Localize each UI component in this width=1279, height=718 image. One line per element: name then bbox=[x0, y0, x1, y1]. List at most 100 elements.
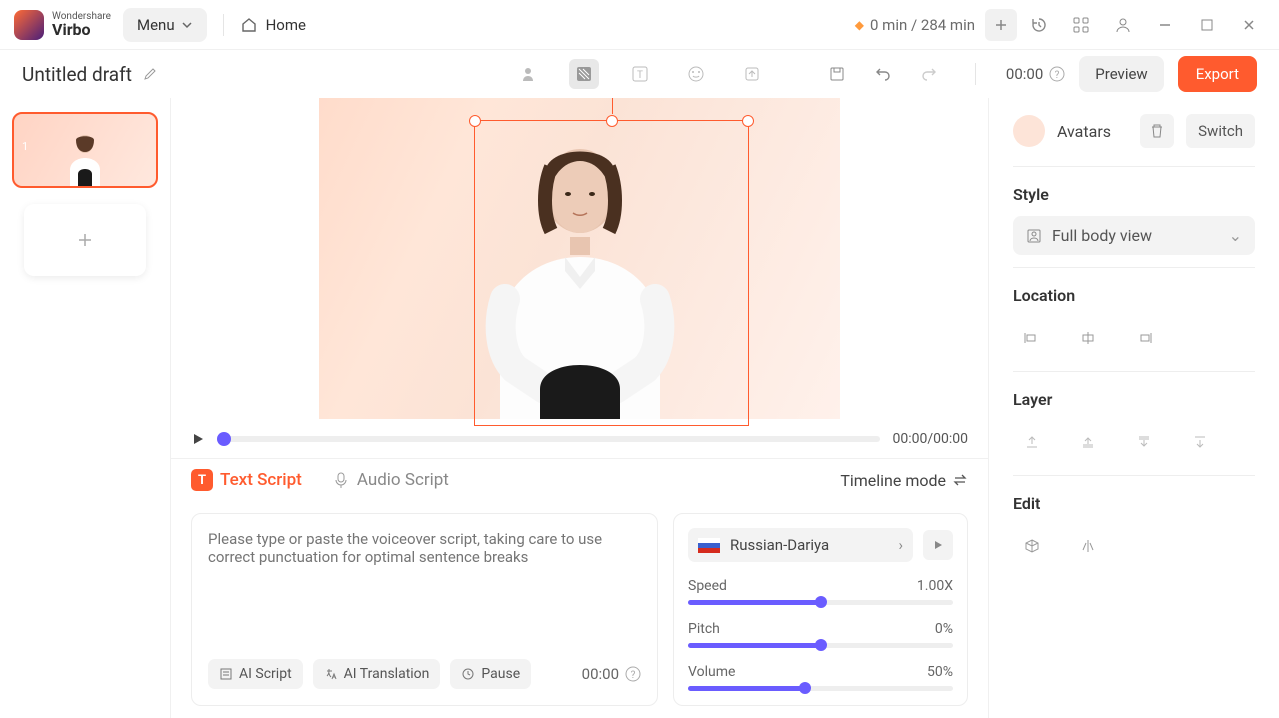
credits-display: ◆ 0 min / 284 min bbox=[855, 16, 975, 34]
maximize-button[interactable] bbox=[1191, 9, 1223, 41]
upload-tool[interactable] bbox=[737, 59, 767, 89]
translate-icon bbox=[324, 667, 338, 681]
cube-icon bbox=[1024, 538, 1040, 554]
home-button[interactable]: Home bbox=[240, 16, 306, 34]
slide-number: 1 bbox=[22, 140, 28, 153]
brand-name: Virbo bbox=[52, 22, 111, 38]
help-icon[interactable]: ? bbox=[1049, 66, 1065, 82]
center-panel: 00:00/00:00 T Text Script Audio Script T… bbox=[170, 98, 989, 718]
style-selector[interactable]: Full body view ⌄ bbox=[1013, 216, 1255, 255]
script-input[interactable] bbox=[208, 530, 641, 659]
canvas[interactable] bbox=[319, 98, 840, 419]
pause-button[interactable]: Pause bbox=[450, 659, 531, 689]
add-slide-button[interactable] bbox=[24, 204, 146, 276]
history-icon bbox=[1030, 16, 1048, 34]
sticker-tool[interactable] bbox=[681, 59, 711, 89]
location-heading: Location bbox=[1013, 286, 1255, 305]
background-tool[interactable] bbox=[569, 59, 599, 89]
avatar-tool[interactable] bbox=[513, 59, 543, 89]
timeline-knob[interactable] bbox=[217, 432, 231, 446]
chevron-down-icon: ⌄ bbox=[1229, 226, 1242, 245]
chevron-down-icon bbox=[181, 19, 193, 31]
avatars-label: Avatars bbox=[1057, 122, 1111, 141]
voice-selector[interactable]: Russian-Dariya › bbox=[688, 528, 913, 562]
script-duration: 00:00 ? bbox=[582, 665, 641, 683]
tab-text-script[interactable]: T Text Script bbox=[191, 469, 302, 491]
pitch-track[interactable] bbox=[688, 643, 953, 648]
duration-display: 00:00 ? bbox=[1006, 65, 1065, 83]
divider bbox=[1013, 371, 1255, 372]
svg-text:?: ? bbox=[631, 670, 636, 681]
divider bbox=[1013, 475, 1255, 476]
timeline-mode-button[interactable]: Timeline mode bbox=[840, 471, 968, 490]
add-credits-button[interactable] bbox=[985, 9, 1017, 41]
diamond-icon: ◆ bbox=[855, 18, 864, 32]
voice-preview-button[interactable] bbox=[923, 530, 953, 560]
text-tool[interactable]: T bbox=[625, 59, 655, 89]
bring-forward-button[interactable] bbox=[1073, 427, 1103, 457]
align-right-button[interactable] bbox=[1129, 323, 1159, 353]
speed-track[interactable] bbox=[688, 600, 953, 605]
minimize-button[interactable] bbox=[1149, 9, 1181, 41]
svg-text:?: ? bbox=[1055, 70, 1060, 81]
apps-button[interactable] bbox=[1065, 9, 1097, 41]
volume-track[interactable] bbox=[688, 686, 953, 691]
trash-icon bbox=[1149, 123, 1165, 139]
edit-icon bbox=[142, 66, 158, 82]
tab-audio-script[interactable]: Audio Script bbox=[332, 470, 449, 490]
edit-heading: Edit bbox=[1013, 494, 1255, 513]
avatar-thumbnail bbox=[62, 132, 108, 186]
slider-knob[interactable] bbox=[799, 682, 811, 694]
switch-avatar-button[interactable]: Switch bbox=[1186, 114, 1255, 148]
align-left-button[interactable] bbox=[1017, 323, 1047, 353]
slider-knob[interactable] bbox=[815, 596, 827, 608]
bring-front-button[interactable] bbox=[1017, 427, 1047, 457]
ai-script-button[interactable]: AI Script bbox=[208, 659, 303, 689]
swap-icon bbox=[952, 472, 968, 488]
script-area: AI Script AI Translation Pause 00:00 ? R… bbox=[171, 501, 988, 718]
send-backward-button[interactable] bbox=[1129, 427, 1159, 457]
style-heading: Style bbox=[1013, 185, 1255, 204]
account-button[interactable] bbox=[1107, 9, 1139, 41]
avatar-figure[interactable] bbox=[445, 119, 715, 419]
slider-knob[interactable] bbox=[815, 639, 827, 651]
project-title: Untitled draft bbox=[22, 63, 132, 86]
mirror-icon bbox=[1080, 538, 1096, 554]
slides-panel: 1 bbox=[0, 98, 170, 718]
maximize-icon bbox=[1201, 19, 1213, 31]
mirror-button[interactable] bbox=[1073, 531, 1103, 561]
text-icon: T bbox=[191, 469, 213, 491]
redo-button[interactable] bbox=[913, 58, 945, 90]
history-button[interactable] bbox=[1023, 9, 1055, 41]
resize-handle[interactable] bbox=[742, 115, 754, 127]
grid-icon bbox=[1073, 17, 1089, 33]
svg-text:T: T bbox=[637, 70, 643, 81]
help-icon[interactable]: ? bbox=[625, 666, 641, 682]
save-button[interactable] bbox=[821, 58, 853, 90]
user-icon bbox=[1115, 17, 1131, 33]
top-bar: Wondershare Virbo Menu Home ◆ 0 min / 28… bbox=[0, 0, 1279, 50]
rename-button[interactable] bbox=[142, 66, 158, 82]
pitch-slider: Pitch0% bbox=[688, 621, 953, 648]
properties-panel: Avatars Switch Style Full body view ⌄ Lo… bbox=[989, 98, 1279, 718]
close-button[interactable] bbox=[1233, 9, 1265, 41]
flag-russia-icon bbox=[698, 538, 720, 553]
volume-slider: Volume50% bbox=[688, 664, 953, 691]
ai-translation-button[interactable]: AI Translation bbox=[313, 659, 441, 689]
person-icon bbox=[1026, 228, 1042, 244]
export-button[interactable]: Export bbox=[1178, 56, 1257, 92]
play-button[interactable] bbox=[191, 432, 205, 446]
redo-icon bbox=[920, 65, 938, 83]
logo-icon bbox=[14, 10, 44, 40]
main-area: 1 bbox=[0, 98, 1279, 718]
menu-button[interactable]: Menu bbox=[123, 8, 207, 42]
slide-thumbnail[interactable]: 1 bbox=[12, 112, 158, 188]
undo-button[interactable] bbox=[867, 58, 899, 90]
send-back-button[interactable] bbox=[1185, 427, 1215, 457]
timeline-track[interactable] bbox=[217, 436, 880, 442]
preview-button[interactable]: Preview bbox=[1079, 56, 1163, 92]
delete-avatar-button[interactable] bbox=[1140, 114, 1174, 148]
cube-button[interactable] bbox=[1017, 531, 1047, 561]
plus-icon bbox=[994, 18, 1008, 32]
align-center-button[interactable] bbox=[1073, 323, 1103, 353]
